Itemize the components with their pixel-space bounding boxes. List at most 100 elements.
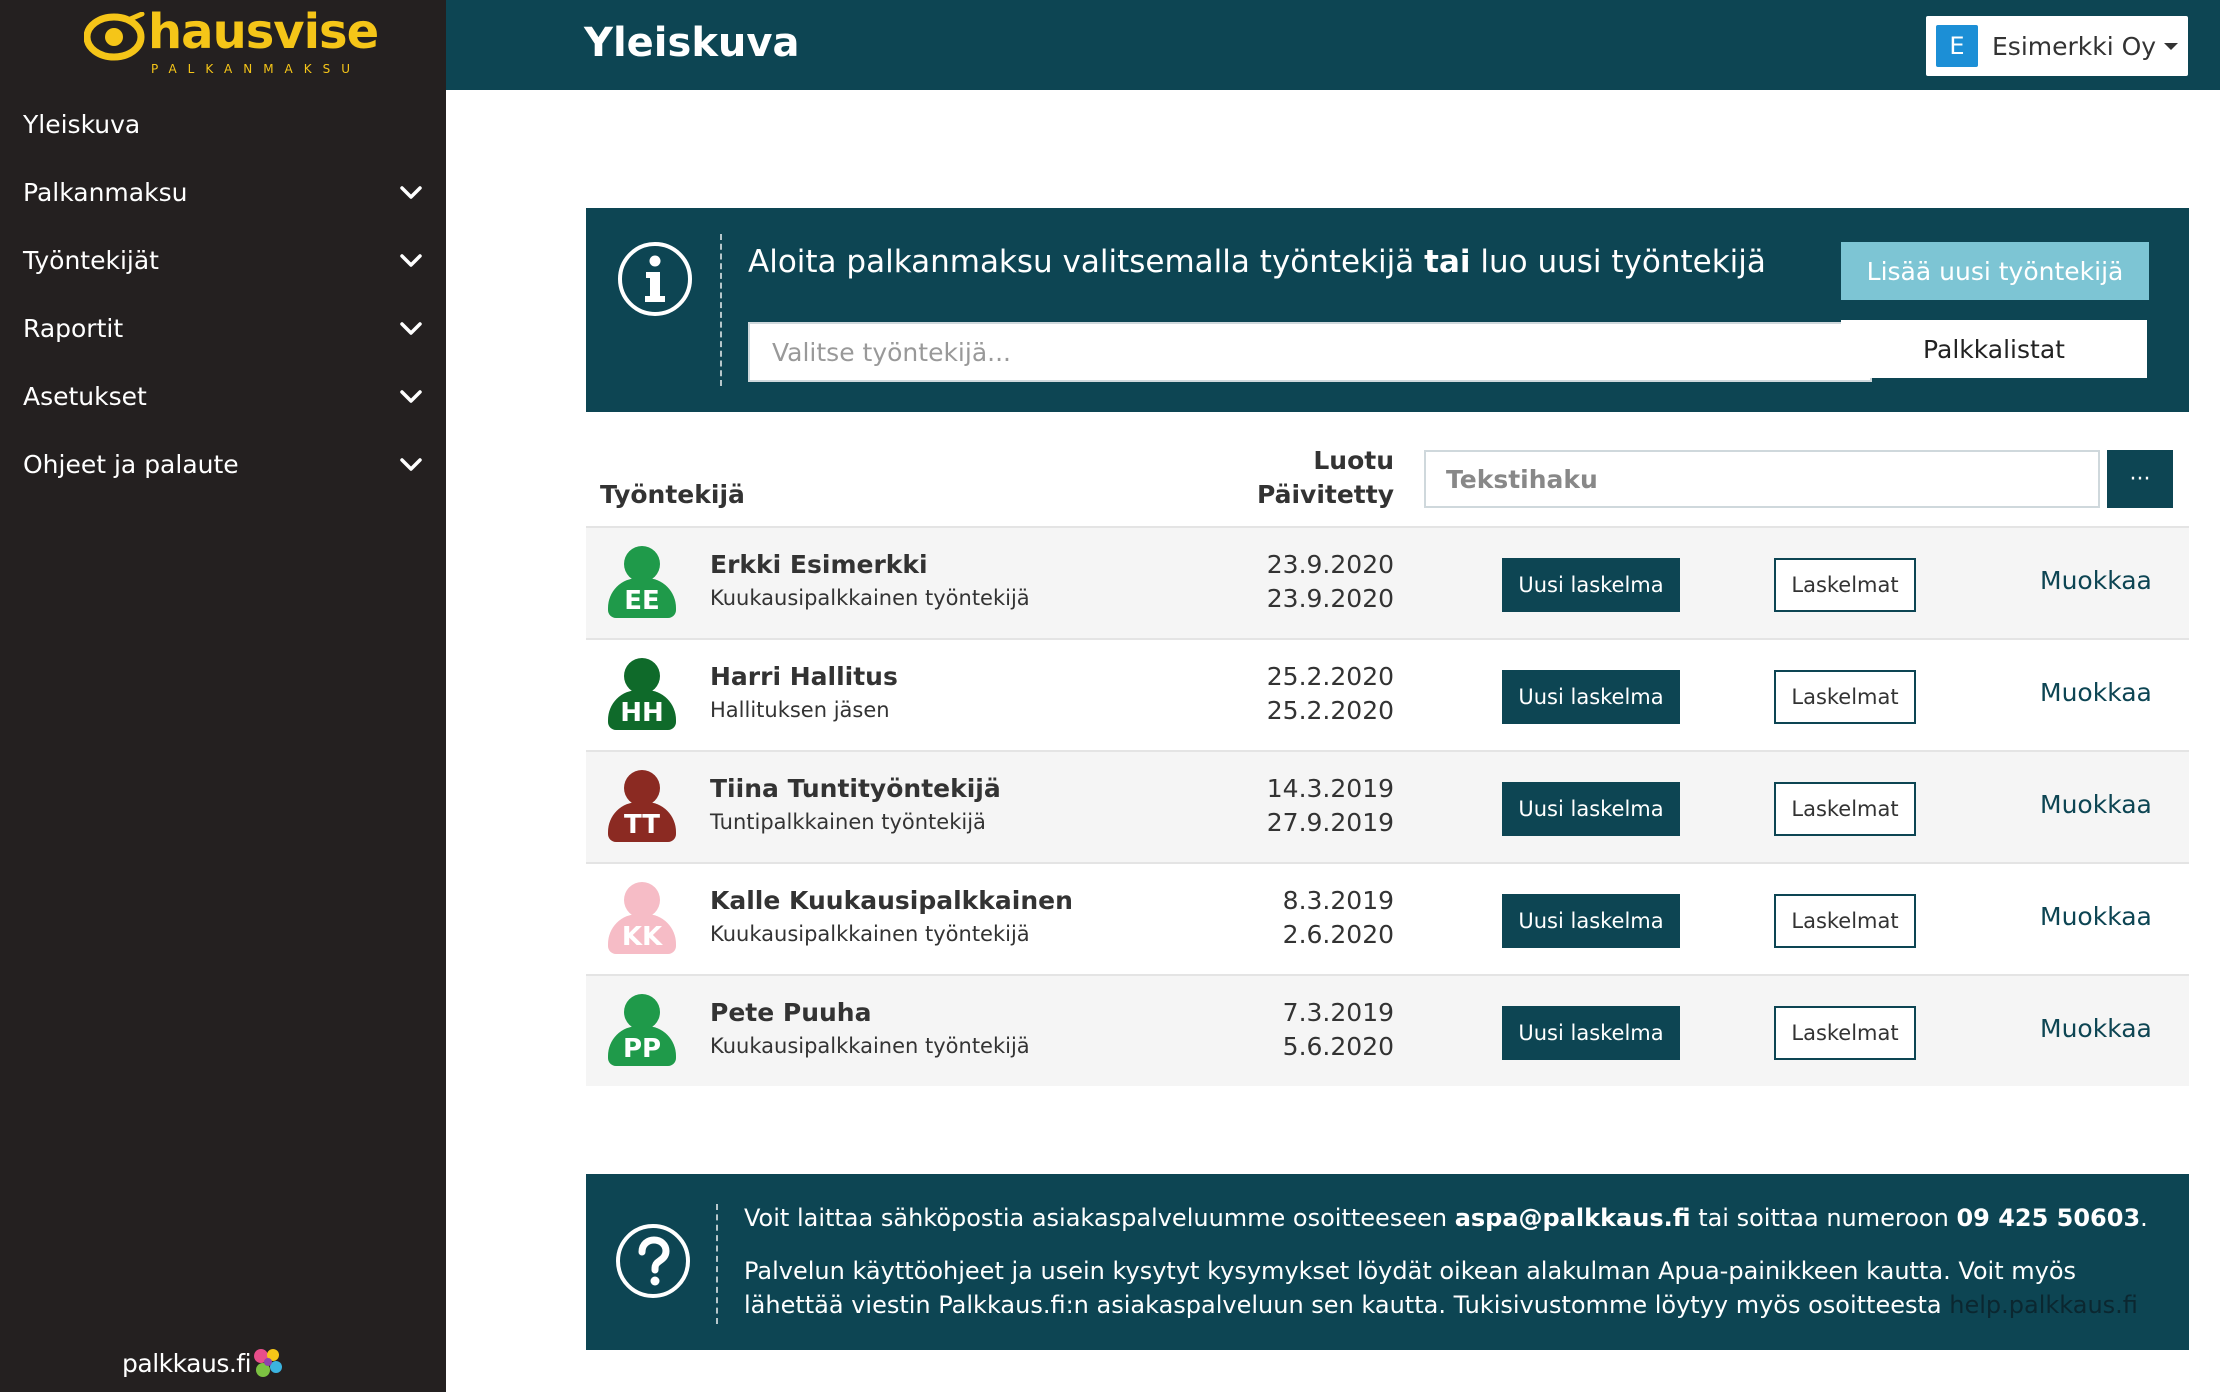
sidebar-item-label: Asetukset bbox=[23, 381, 147, 411]
info-icon bbox=[618, 242, 692, 316]
created-date: 8.3.2019 bbox=[1282, 886, 1394, 915]
new-calculation-button[interactable]: Uusi laskelma bbox=[1502, 558, 1680, 612]
top-bar: Yleiskuva E Esimerkki Oy bbox=[446, 0, 2220, 90]
avatar: TT bbox=[608, 770, 676, 846]
sidebar-item-label: Yleiskuva bbox=[23, 109, 141, 139]
salary-lists-button[interactable]: Palkkalistat bbox=[1841, 320, 2147, 378]
search-placeholder: Tekstihaku bbox=[1446, 464, 1598, 494]
sidebar: hausvise PALKANMAKSU Yleiskuva Palkanmak… bbox=[0, 0, 446, 1392]
column-header-created: Luotu bbox=[1313, 446, 1394, 475]
help-instructions-text: Palvelun käyttöohjeet ja usein kysytyt k… bbox=[744, 1254, 2154, 1322]
divider bbox=[716, 1204, 718, 1324]
sidebar-nav: Yleiskuva Palkanmaksu Työntekijät Raport… bbox=[0, 90, 446, 498]
table-row: TT Tiina Tuntityöntekijä Tuntipalkkainen… bbox=[586, 750, 2189, 862]
calculations-button[interactable]: Laskelmat bbox=[1774, 670, 1916, 724]
start-payroll-panel: Aloita palkanmaksu valitsemalla työnteki… bbox=[586, 208, 2189, 412]
employee-name: Kalle Kuukausipalkkainen bbox=[710, 886, 1073, 915]
logo-wordmark: hausvise bbox=[148, 4, 379, 60]
edit-link[interactable]: Muokkaa bbox=[2040, 566, 2152, 595]
calculations-button[interactable]: Laskelmat bbox=[1774, 894, 1916, 948]
edit-link[interactable]: Muokkaa bbox=[2040, 1014, 2152, 1043]
help-contact-text: Voit laittaa sähköpostia asiakaspalveluu… bbox=[744, 1204, 2148, 1232]
sidebar-item-yleiskuva[interactable]: Yleiskuva bbox=[0, 90, 446, 158]
updated-date: 2.6.2020 bbox=[1282, 920, 1394, 949]
avatar-initials: PP bbox=[608, 1026, 676, 1066]
edit-link[interactable]: Muokkaa bbox=[2040, 902, 2152, 931]
help-text-middle: tai soittaa numeroon bbox=[1690, 1204, 1957, 1232]
logo-tagline: PALKANMAKSU bbox=[151, 62, 362, 76]
avatar-initials: EE bbox=[608, 578, 676, 618]
updated-date: 27.9.2019 bbox=[1266, 808, 1394, 837]
avatar-head bbox=[624, 546, 660, 582]
text-search-input[interactable]: Tekstihaku bbox=[1424, 450, 2100, 508]
help-site-link[interactable]: help.palkkaus.fi bbox=[1949, 1291, 2138, 1319]
chevron-down-icon bbox=[400, 390, 422, 403]
created-date: 25.2.2020 bbox=[1266, 662, 1394, 691]
new-calculation-button[interactable]: Uusi laskelma bbox=[1502, 1006, 1680, 1060]
company-selector[interactable]: E Esimerkki Oy bbox=[1926, 16, 2188, 76]
column-header-updated: Päivitetty bbox=[1256, 480, 1394, 509]
help-text-end: . bbox=[2140, 1204, 2148, 1232]
info-text-start: Aloita palkanmaksu valitsemalla työnteki… bbox=[748, 244, 1425, 280]
sidebar-item-label: Palkanmaksu bbox=[23, 177, 188, 207]
palkkaus-flower-icon bbox=[254, 1349, 283, 1377]
chevron-down-icon bbox=[400, 322, 422, 335]
calculations-button[interactable]: Laskelmat bbox=[1774, 558, 1916, 612]
employee-select[interactable]: Valitse työntekijä... bbox=[748, 322, 1872, 382]
support-email: aspa@palkkaus.fi bbox=[1454, 1204, 1691, 1232]
employee-role: Tuntipalkkainen työntekijä bbox=[710, 810, 986, 834]
avatar-head bbox=[624, 994, 660, 1030]
updated-date: 25.2.2020 bbox=[1266, 696, 1394, 725]
created-date: 23.9.2020 bbox=[1266, 550, 1394, 579]
employee-role: Kuukausipalkkainen työntekijä bbox=[710, 586, 1030, 610]
sidebar-item-ohjeet[interactable]: Ohjeet ja palaute bbox=[0, 430, 446, 498]
calculations-button[interactable]: Laskelmat bbox=[1774, 782, 1916, 836]
avatar-initials: KK bbox=[608, 914, 676, 954]
table-row: PP Pete Puuha Kuukausipalkkainen työntek… bbox=[586, 974, 2189, 1086]
new-calculation-button[interactable]: Uusi laskelma bbox=[1502, 670, 1680, 724]
created-date: 14.3.2019 bbox=[1266, 774, 1394, 803]
employee-name: Tiina Tuntityöntekijä bbox=[710, 774, 1001, 803]
company-name: Esimerkki Oy bbox=[1992, 31, 2157, 61]
divider bbox=[720, 234, 722, 386]
caret-down-icon bbox=[2164, 42, 2179, 50]
sidebar-item-label: Työntekijät bbox=[23, 245, 159, 275]
add-employee-button[interactable]: Lisää uusi työntekijä bbox=[1841, 242, 2149, 300]
hausvise-logo[interactable]: hausvise PALKANMAKSU bbox=[84, 4, 379, 82]
avatar-initials: TT bbox=[608, 802, 676, 842]
sidebar-item-label: Ohjeet ja palaute bbox=[23, 449, 239, 479]
help-text-start: Voit laittaa sähköpostia asiakaspalveluu… bbox=[744, 1204, 1455, 1232]
avatar-head bbox=[624, 882, 660, 918]
employee-role: Kuukausipalkkainen työntekijä bbox=[710, 922, 1030, 946]
sidebar-item-raportit[interactable]: Raportit bbox=[0, 294, 446, 362]
sidebar-item-palkanmaksu[interactable]: Palkanmaksu bbox=[0, 158, 446, 226]
new-calculation-button[interactable]: Uusi laskelma bbox=[1502, 782, 1680, 836]
calculations-button[interactable]: Laskelmat bbox=[1774, 1006, 1916, 1060]
avatar: EE bbox=[608, 546, 676, 622]
edit-link[interactable]: Muokkaa bbox=[2040, 790, 2152, 819]
employee-name: Erkki Esimerkki bbox=[710, 550, 928, 579]
info-text: Aloita palkanmaksu valitsemalla työnteki… bbox=[748, 244, 1766, 280]
company-badge: E bbox=[1936, 25, 1978, 67]
avatar: PP bbox=[608, 994, 676, 1070]
page-title: Yleiskuva bbox=[584, 20, 800, 66]
question-icon bbox=[616, 1224, 690, 1298]
support-phone: 09 425 50603 bbox=[1956, 1204, 2141, 1232]
chevron-down-icon bbox=[400, 186, 422, 199]
avatar-initials: HH bbox=[608, 690, 676, 730]
employee-list: EE Erkki Esimerkki Kuukausipalkkainen ty… bbox=[586, 526, 2189, 1086]
palkkaus-logo[interactable]: palkkaus.fi bbox=[122, 1346, 285, 1380]
palkkaus-logo-text: palkkaus.fi bbox=[122, 1348, 252, 1378]
sidebar-item-asetukset[interactable]: Asetukset bbox=[0, 362, 446, 430]
eye-logo-icon bbox=[84, 12, 145, 61]
created-date: 7.3.2019 bbox=[1282, 998, 1394, 1027]
employee-role: Hallituksen jäsen bbox=[710, 698, 890, 722]
new-calculation-button[interactable]: Uusi laskelma bbox=[1502, 894, 1680, 948]
info-text-end: luo uusi työntekijä bbox=[1470, 244, 1766, 280]
updated-date: 23.9.2020 bbox=[1266, 584, 1394, 613]
edit-link[interactable]: Muokkaa bbox=[2040, 678, 2152, 707]
sidebar-item-tyontekijat[interactable]: Työntekijät bbox=[0, 226, 446, 294]
employee-role: Kuukausipalkkainen työntekijä bbox=[710, 1034, 1030, 1058]
more-options-button[interactable]: ··· bbox=[2107, 450, 2173, 508]
avatar: KK bbox=[608, 882, 676, 958]
